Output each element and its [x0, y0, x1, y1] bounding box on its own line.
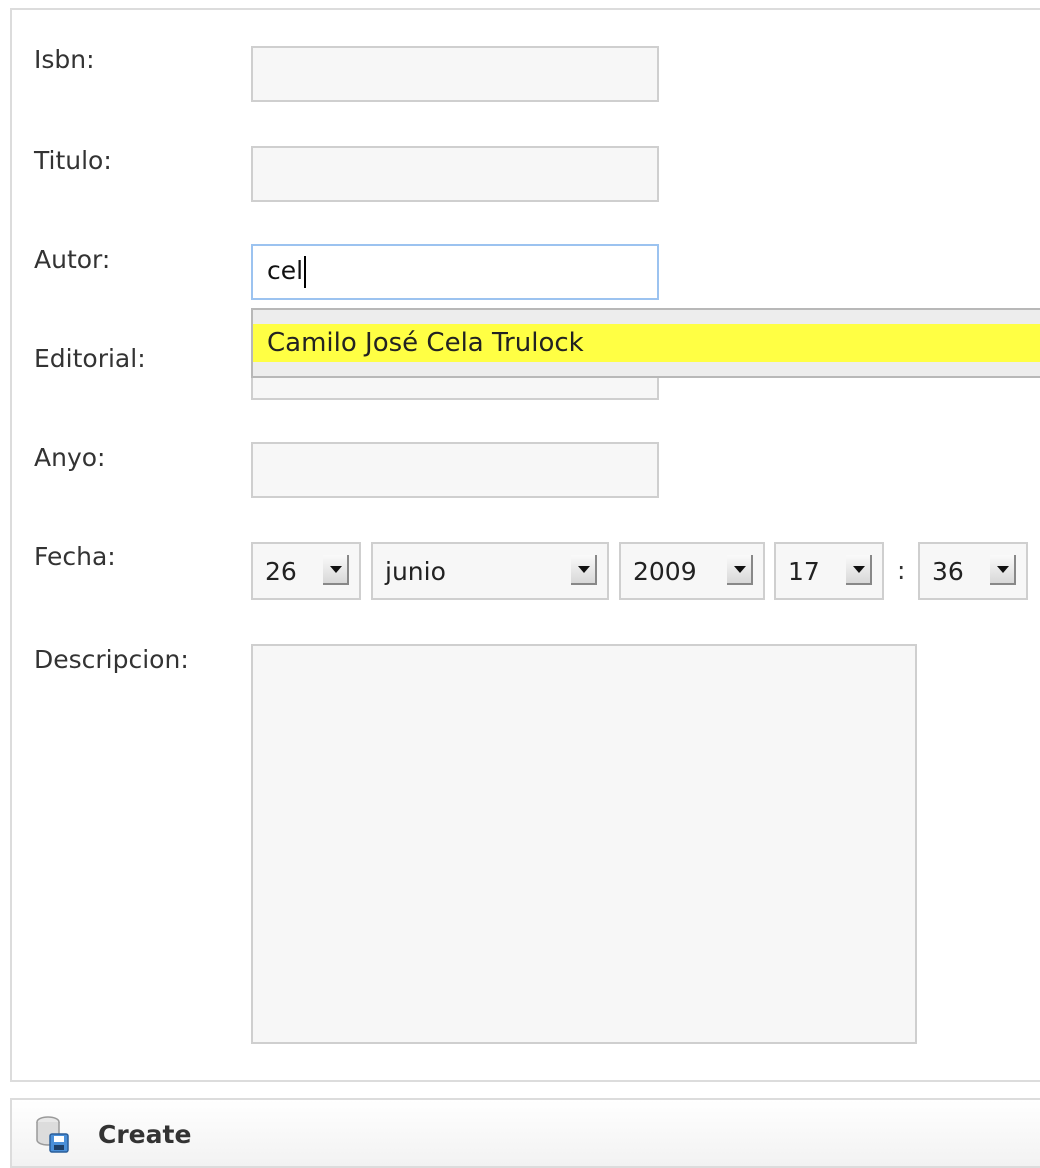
editorial-label: Editorial:	[34, 344, 146, 373]
month-value: junio	[385, 557, 446, 586]
year-value: 2009	[633, 557, 697, 586]
descripcion-textarea[interactable]	[251, 644, 917, 1044]
fecha-label: Fecha:	[34, 542, 116, 571]
create-button[interactable]: Create	[34, 1114, 191, 1154]
chevron-down-icon	[990, 555, 1016, 585]
chevron-down-icon	[846, 555, 872, 585]
day-select[interactable]: 26	[251, 542, 361, 600]
time-separator: :	[897, 556, 906, 585]
isbn-label: Isbn:	[34, 45, 95, 74]
hour-select[interactable]: 17	[774, 542, 884, 600]
text-caret	[304, 256, 307, 288]
minute-value: 36	[932, 557, 964, 586]
minute-select[interactable]: 36	[918, 542, 1028, 600]
autocomplete-dropdown: Camilo José Cela Trulock	[251, 308, 1040, 378]
create-button-label: Create	[98, 1119, 192, 1149]
descripcion-label: Descripcion:	[34, 645, 189, 674]
chevron-down-icon	[571, 555, 597, 585]
autor-label: Autor:	[34, 245, 111, 274]
month-select[interactable]: junio	[371, 542, 609, 600]
autocomplete-option[interactable]: Camilo José Cela Trulock	[253, 324, 1040, 362]
form-footer: Create	[10, 1098, 1040, 1168]
autor-input-value: cel	[267, 256, 304, 285]
chevron-down-icon	[727, 555, 753, 585]
titulo-input[interactable]	[251, 146, 659, 202]
anyo-label: Anyo:	[34, 443, 106, 472]
anyo-input[interactable]	[251, 442, 659, 498]
chevron-down-icon	[323, 555, 349, 585]
day-value: 26	[265, 557, 297, 586]
save-database-icon	[36, 1116, 69, 1153]
isbn-input[interactable]	[251, 46, 659, 102]
autor-input[interactable]: cel	[251, 244, 659, 300]
titulo-label: Titulo:	[34, 146, 112, 175]
year-select[interactable]: 2009	[619, 542, 765, 600]
hour-value: 17	[788, 557, 820, 586]
